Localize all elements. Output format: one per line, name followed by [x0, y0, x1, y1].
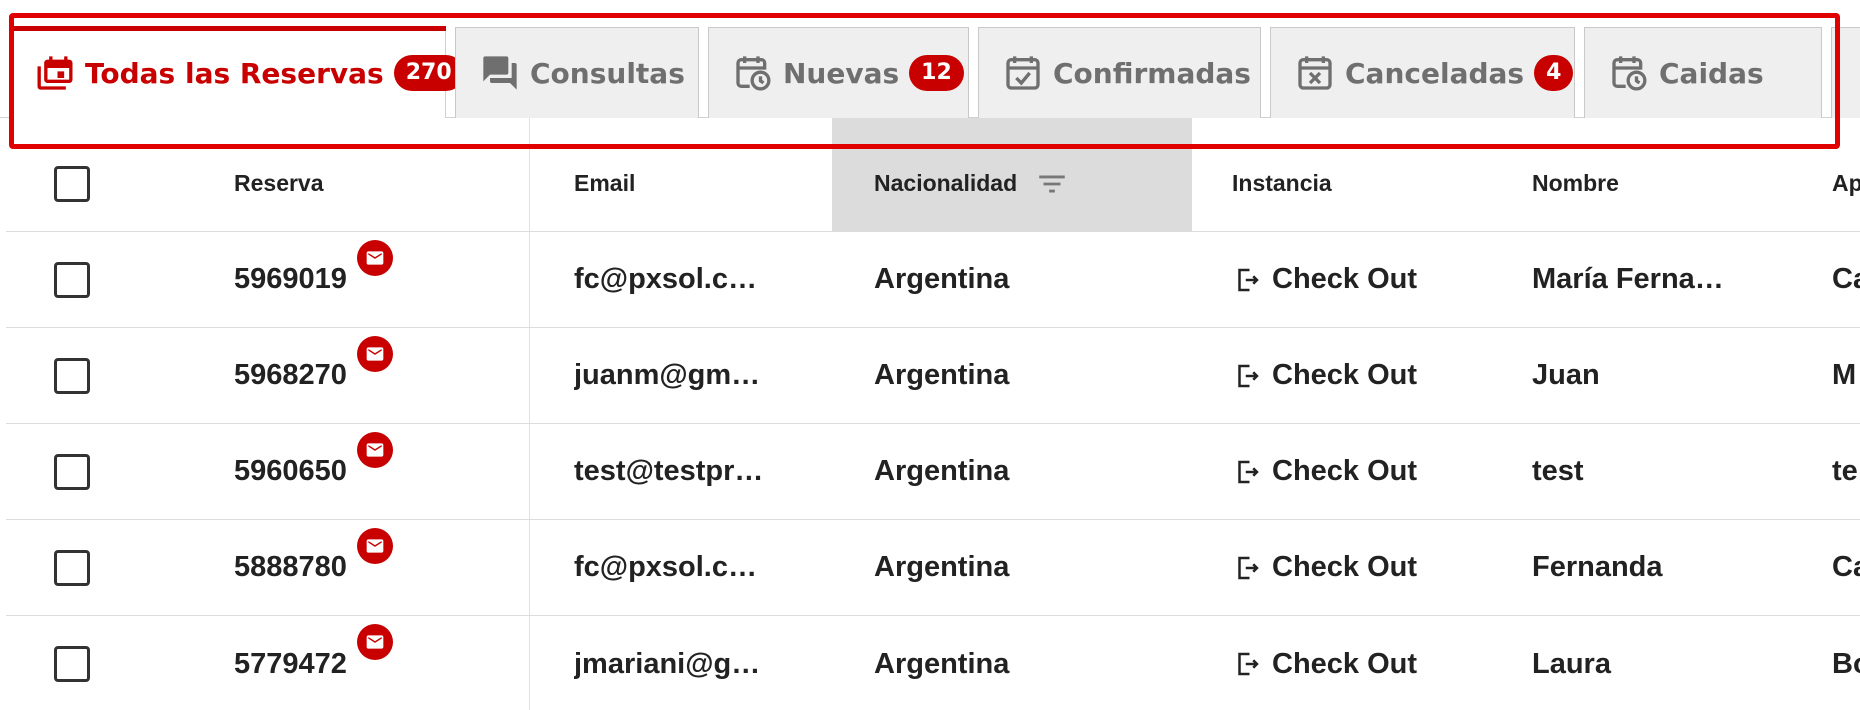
- table-row[interactable]: 5888780 fc@pxsol.c… Argentina Check Out …: [6, 520, 1860, 616]
- nombre-cell: test: [1532, 455, 1584, 487]
- nombre-cell: Laura: [1532, 647, 1611, 680]
- instancia-cell: Check Out: [1232, 520, 1492, 615]
- nacionalidad-cell: Argentina: [874, 455, 1010, 487]
- table-row[interactable]: 5779472 jmariani@g… Argentina Check Out …: [6, 616, 1860, 710]
- row-select-cell: [54, 616, 114, 710]
- tab-label: Confirmadas: [1053, 56, 1251, 90]
- column-header-email[interactable]: Email: [574, 118, 774, 231]
- exit-icon: [1238, 556, 1259, 579]
- tab-nuevas[interactable]: Nuevas 12: [708, 27, 969, 118]
- reserva-cell: 5960650: [234, 424, 524, 519]
- nacionalidad-cell: Argentina: [874, 551, 1010, 583]
- calendar-check-icon: [1006, 56, 1040, 90]
- table-header-row: Reserva Email Nacionalidad Instancia Nom…: [6, 118, 1860, 232]
- apellido-cell: M: [1832, 359, 1857, 391]
- column-header-nacionalidad[interactable]: Nacionalidad: [874, 118, 1164, 231]
- calendar-remove-icon: [1298, 56, 1332, 90]
- nombre-cell: Juan: [1532, 359, 1600, 391]
- tab-overflow[interactable]: [1831, 27, 1860, 118]
- exit-icon: [1238, 364, 1259, 387]
- row-checkbox[interactable]: [54, 549, 90, 586]
- chat-bubbles-icon: [483, 56, 517, 90]
- email-cell: fc@pxsol.c…: [574, 263, 757, 295]
- reserva-cell: 5779472: [234, 616, 524, 710]
- nacionalidad-cell: Argentina: [874, 647, 1010, 680]
- calendar-clock-icon: [1612, 56, 1647, 91]
- row-select-cell: [54, 328, 114, 423]
- reserva-cell: 5968270: [234, 328, 524, 423]
- mail-icon[interactable]: [356, 239, 393, 276]
- select-all-cell: [54, 118, 114, 231]
- mail-icon[interactable]: [356, 335, 393, 372]
- column-header-reserva[interactable]: Reserva: [234, 118, 524, 231]
- apellido-cell: Ca: [1832, 263, 1860, 295]
- column-header-instancia[interactable]: Instancia: [1232, 118, 1492, 231]
- count-badge: 270: [393, 55, 464, 91]
- calendar-clock-icon: [736, 56, 771, 91]
- tab-bar: Todas las Reservas 270 Consultas Nuevas …: [0, 0, 1860, 118]
- nacionalidad-cell: Argentina: [874, 359, 1010, 391]
- mail-icon[interactable]: [356, 624, 393, 660]
- tab-label: Caidas: [1659, 56, 1764, 90]
- apellido-cell: Ca: [1832, 551, 1860, 583]
- nombre-cell: María Ferna…: [1532, 263, 1724, 295]
- count-badge: 4: [1534, 55, 1574, 91]
- nombre-cell: Fernanda: [1532, 551, 1663, 583]
- table-row[interactable]: 5960650 test@testpr… Argentina Check Out…: [6, 424, 1860, 520]
- tab-label: Nuevas: [783, 56, 900, 90]
- filter-icon[interactable]: [1035, 167, 1069, 201]
- reserva-cell: 5969019: [234, 232, 524, 327]
- select-all-checkbox[interactable]: [54, 165, 90, 202]
- tab-consultas[interactable]: Consultas: [455, 27, 699, 118]
- row-select-cell: [54, 232, 114, 327]
- row-checkbox[interactable]: [54, 453, 90, 490]
- instancia-cell: Check Out: [1232, 328, 1492, 423]
- mail-icon[interactable]: [356, 431, 393, 468]
- email-cell: test@testpr…: [574, 455, 764, 487]
- exit-icon: [1238, 652, 1259, 676]
- tab-canceladas[interactable]: Canceladas 4: [1270, 27, 1575, 118]
- exit-icon: [1238, 268, 1259, 291]
- instancia-cell: Check Out: [1232, 424, 1492, 519]
- count-badge: 12: [909, 55, 964, 91]
- email-cell: jmariani@g…: [574, 647, 761, 680]
- mail-icon[interactable]: [356, 527, 393, 564]
- reserva-cell: 5888780: [234, 520, 524, 615]
- row-checkbox[interactable]: [54, 646, 90, 682]
- email-cell: fc@pxsol.c…: [574, 551, 757, 583]
- row-checkbox[interactable]: [54, 357, 90, 394]
- row-select-cell: [54, 520, 114, 615]
- exit-icon: [1238, 460, 1259, 483]
- apellido-cell: te: [1832, 455, 1858, 487]
- calendar-multiple-icon: [37, 56, 73, 90]
- instancia-cell: Check Out: [1232, 616, 1492, 710]
- instancia-cell: Check Out: [1232, 232, 1492, 327]
- table-row[interactable]: 5968270 juanm@gm… Argentina Check Out Ju…: [6, 328, 1860, 424]
- tab-label: Canceladas: [1345, 56, 1525, 90]
- tab-label: Todas las Reservas: [85, 56, 384, 90]
- nacionalidad-cell: Argentina: [874, 263, 1010, 295]
- tab-caidas[interactable]: Caidas: [1584, 27, 1822, 118]
- row-checkbox[interactable]: [54, 261, 90, 298]
- table-row[interactable]: 5969019 fc@pxsol.c… Argentina Check Out …: [6, 232, 1860, 328]
- tab-label: Consultas: [530, 56, 685, 90]
- column-header-nombre[interactable]: Nombre: [1532, 118, 1742, 231]
- row-select-cell: [54, 424, 114, 519]
- email-cell: juanm@gm…: [574, 359, 761, 391]
- tab-confirmadas[interactable]: Confirmadas: [978, 27, 1261, 118]
- apellido-cell: Bo: [1832, 647, 1860, 680]
- reservations-table: Reserva Email Nacionalidad Instancia Nom…: [6, 118, 1860, 710]
- tab-todas-las-reservas[interactable]: Todas las Reservas 270: [10, 26, 464, 118]
- column-header-apellido[interactable]: Ap: [1832, 118, 1860, 231]
